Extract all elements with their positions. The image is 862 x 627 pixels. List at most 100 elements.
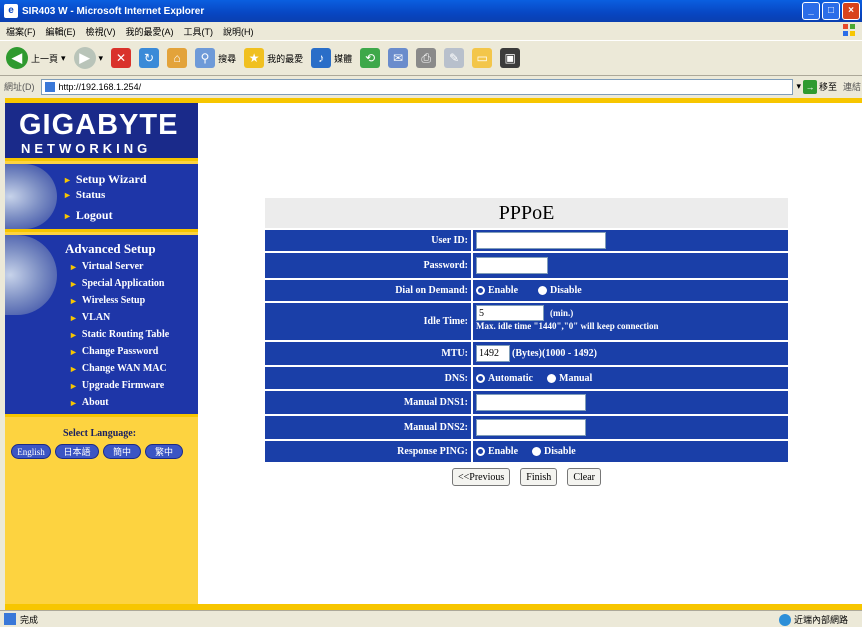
forward-button[interactable]: ▶ ▾ <box>73 47 104 69</box>
home-icon[interactable]: ⌂ <box>167 48 188 68</box>
arrow-right-icon: ► <box>69 261 78 272</box>
logo-main-text: GIGABYTE <box>19 109 179 141</box>
ping-enable-radio[interactable]: Enable <box>476 446 518 457</box>
nav-special-application[interactable]: ► Special Application <box>69 278 164 289</box>
refresh-icon[interactable]: ↻ <box>139 48 160 68</box>
favorites-button[interactable]: ★ 我的最愛 <box>244 48 303 68</box>
pppoe-form: PPPoE User ID: Password: Dial on Demand:… <box>265 198 788 486</box>
nav-change-password[interactable]: ► Change Password <box>69 346 158 357</box>
menu-file[interactable]: 檔案(F) <box>6 25 36 38</box>
gigabyte-logo: GIGABYTE NETWORKING <box>5 103 198 161</box>
radio-label: Manual <box>559 372 593 384</box>
menu-edit[interactable]: 編輯(E) <box>46 25 76 38</box>
menu-view[interactable]: 檢視(V) <box>86 25 116 38</box>
nav-change-wan-mac[interactable]: ► Change WAN MAC <box>69 363 167 374</box>
arrow-right-icon: ► <box>69 397 78 408</box>
back-button[interactable]: ◀ 上一頁 ▾ <box>6 47 66 69</box>
edit-icon[interactable]: ✎ <box>444 48 465 68</box>
nav-wireless-setup[interactable]: ► Wireless Setup <box>69 295 145 306</box>
nav-label: About <box>81 397 109 408</box>
radio-label: Disable <box>550 285 582 296</box>
nav-status[interactable]: ► Status <box>63 189 105 201</box>
advanced-setup-title: Advanced Setup <box>65 241 156 256</box>
window-title: SIR403 W - Microsoft Internet Explorer <box>22 5 205 17</box>
manual-dns1-input[interactable] <box>476 394 586 411</box>
nav-logout[interactable]: ► Logout <box>63 208 113 223</box>
mail-icon[interactable]: ✉ <box>388 48 409 68</box>
radio-selected-icon <box>476 286 485 295</box>
user-id-input[interactable] <box>476 232 606 249</box>
address-label: 網址(D) <box>4 82 35 92</box>
address-input[interactable]: http://192.168.1.254/ <box>40 78 793 95</box>
dns-manual-radio[interactable]: Manual <box>547 373 592 384</box>
clear-button[interactable]: Clear <box>567 468 601 486</box>
messenger-icon[interactable]: ▣ <box>500 48 521 68</box>
search-label: 搜尋 <box>218 53 237 64</box>
nav-label: Upgrade Firmware <box>81 380 165 391</box>
nav-decoration-image <box>5 235 57 315</box>
folder-icon[interactable]: ▭ <box>472 48 493 68</box>
print-icon[interactable]: ⎙ <box>416 48 437 68</box>
arrow-right-icon: ► <box>63 174 72 185</box>
menu-help[interactable]: 說明(H) <box>223 25 254 38</box>
ping-disable-radio[interactable]: Disable <box>532 446 576 457</box>
nav-about[interactable]: ► About <box>69 397 109 408</box>
menu-bar: 檔案(F) 編輯(E) 檢視(V) 我的最愛(A) 工具(T) 說明(H) <box>0 22 862 40</box>
radio-unselected-icon <box>547 373 556 383</box>
nav-label: Logout <box>75 208 113 222</box>
form-title: PPPoE <box>265 198 788 228</box>
finish-button[interactable]: Finish <box>520 468 558 486</box>
search-button[interactable]: ⚲ 搜尋 <box>195 48 236 68</box>
arrow-right-icon: ► <box>69 312 78 323</box>
row-password: Password: <box>265 253 788 278</box>
advanced-nav: Advanced Setup ► Virtual Server ► Specia… <box>5 235 198 417</box>
row-manual-dns2: Manual DNS2: <box>265 416 788 439</box>
manual-dns2-label: Manual DNS2: <box>265 416 473 439</box>
dial-disable-radio[interactable]: Disable <box>538 285 582 296</box>
arrow-right-icon: ► <box>69 329 78 340</box>
password-input[interactable] <box>476 257 548 274</box>
status-bar: 完成 近端內部網路 <box>0 610 862 627</box>
radio-label: Enable <box>488 285 519 296</box>
stop-icon[interactable]: ✕ <box>111 48 132 68</box>
search-icon: ⚲ <box>195 48 216 68</box>
history-icon[interactable]: ⟲ <box>360 48 381 68</box>
lang-english-button[interactable]: English <box>11 444 51 459</box>
maximize-button[interactable]: □ <box>822 2 840 20</box>
minimize-button[interactable]: _ <box>802 2 820 20</box>
dns-automatic-radio[interactable]: Automatic <box>476 373 533 384</box>
address-dropdown-icon: ▾ <box>796 81 802 91</box>
lang-japanese-button[interactable]: 日本語 <box>55 444 99 459</box>
nav-label: Change WAN MAC <box>81 363 167 374</box>
mtu-input[interactable] <box>476 345 510 362</box>
manual-dns2-input[interactable] <box>476 419 586 436</box>
arrow-right-icon: ► <box>69 278 78 289</box>
previous-button[interactable]: <<Previous <box>452 468 511 486</box>
zone-text: 近端內部網路 <box>793 615 848 625</box>
go-button[interactable]: ▾ → 移至 <box>796 79 837 94</box>
row-dns: DNS: Automatic Manual <box>265 367 788 389</box>
arrow-right-icon: ► <box>69 346 78 357</box>
nav-label: Setup Wizard <box>75 172 147 186</box>
media-button[interactable]: ♪ 媒體 <box>311 48 352 68</box>
arrow-right-icon: ► <box>63 190 72 200</box>
nav-virtual-server[interactable]: ► Virtual Server <box>69 261 143 272</box>
close-button[interactable]: × <box>842 2 860 20</box>
media-label: 媒體 <box>334 53 353 64</box>
lang-simplified-chinese-button[interactable]: 簡中 <box>103 444 141 459</box>
manual-dns1-label: Manual DNS1: <box>265 391 473 414</box>
lang-traditional-chinese-button[interactable]: 繁中 <box>145 444 183 459</box>
nav-static-routing-table[interactable]: ► Static Routing Table <box>69 329 169 340</box>
forward-dropdown-icon: ▾ <box>98 52 104 63</box>
nav-upgrade-firmware[interactable]: ► Upgrade Firmware <box>69 380 164 391</box>
dial-enable-radio[interactable]: Enable <box>476 285 518 296</box>
arrow-right-icon: ► <box>69 295 78 306</box>
nav-vlan[interactable]: ► VLAN <box>69 312 110 323</box>
language-buttons: English 日本語 簡中 繁中 <box>11 444 183 459</box>
nav-setup-wizard[interactable]: ► Setup Wizard <box>63 172 147 187</box>
menu-favorites[interactable]: 我的最愛(A) <box>126 25 174 38</box>
password-label: Password: <box>265 253 473 278</box>
menu-tools[interactable]: 工具(T) <box>184 25 214 38</box>
idle-time-input[interactable] <box>476 305 544 321</box>
links-label[interactable]: 連結 <box>843 80 861 93</box>
